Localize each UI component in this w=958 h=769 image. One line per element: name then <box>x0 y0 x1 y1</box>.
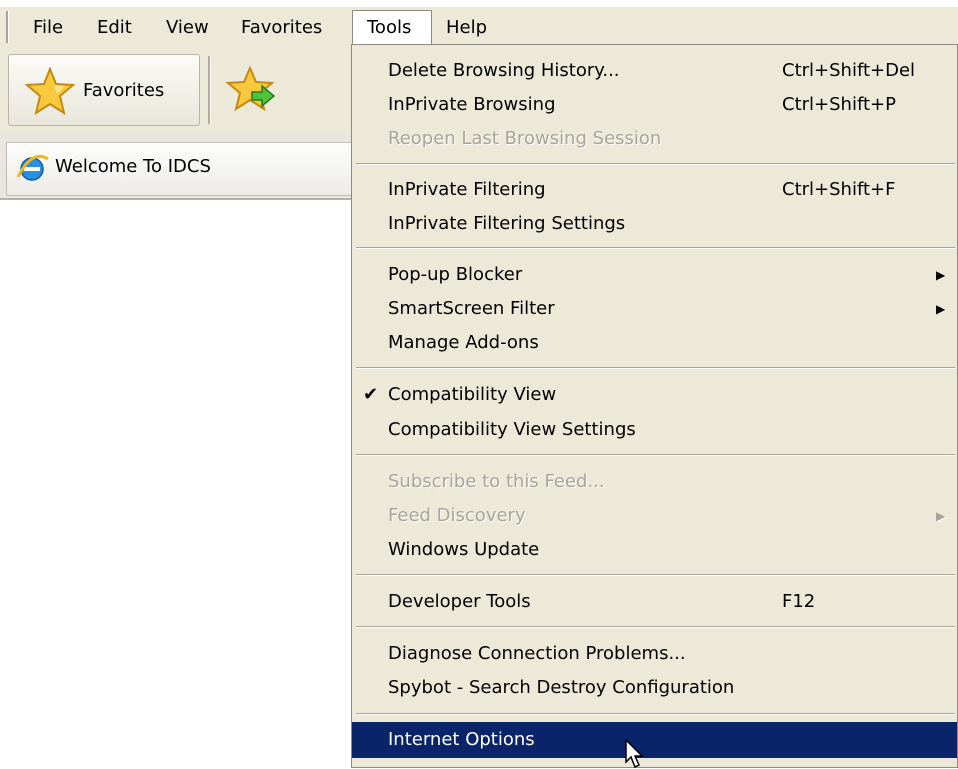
favorites-bar: Favorites <box>0 46 352 134</box>
menu-item-shortcut: Ctrl+Shift+P <box>782 94 896 115</box>
menu-item-compatibility-view[interactable]: ✔ Compatibility View <box>352 377 957 413</box>
submenu-arrow-icon: ▶ <box>936 509 946 523</box>
menu-favorites[interactable]: Favorites <box>241 11 322 45</box>
menu-item-label: Feed Discovery <box>388 505 526 526</box>
menu-item-shortcut: Ctrl+Shift+F <box>782 179 896 200</box>
menu-item-label: Internet Options <box>388 729 535 750</box>
menu-separator <box>356 454 955 456</box>
menu-item-popup-blocker[interactable]: Pop-up Blocker ▶ <box>352 257 957 293</box>
menu-item-label: Spybot - Search Destroy Configuration <box>388 677 735 698</box>
menu-item-inprivate-filtering-settings[interactable]: InPrivate Filtering Settings <box>352 206 957 242</box>
mouse-cursor-icon <box>625 739 644 769</box>
menu-bar-grip <box>6 11 9 43</box>
menu-item-reopen-last-session: Reopen Last Browsing Session <box>352 121 957 157</box>
add-to-favorites-bar-button[interactable] <box>224 62 280 118</box>
menu-separator <box>356 367 955 369</box>
menu-separator <box>356 713 955 715</box>
menu-item-label: InPrivate Browsing <box>388 94 556 115</box>
menu-item-manage-addons[interactable]: Manage Add-ons <box>352 325 957 361</box>
menu-item-label: Delete Browsing History... <box>388 60 620 81</box>
menu-item-label: Compatibility View <box>388 384 557 405</box>
tab-bar: Welcome To IDCS <box>0 134 352 200</box>
menu-item-label: InPrivate Filtering <box>388 179 546 200</box>
menu-item-compatibility-view-settings[interactable]: Compatibility View Settings <box>352 412 957 448</box>
menu-help[interactable]: Help <box>446 11 487 45</box>
favorites-button-label: Favorites <box>83 80 165 101</box>
menu-item-feed-discovery: Feed Discovery ▶ <box>352 498 957 534</box>
checkmark-icon: ✔ <box>363 384 379 405</box>
favorites-button[interactable]: Favorites <box>8 54 200 126</box>
menu-item-developer-tools[interactable]: Developer Tools F12 <box>352 584 957 620</box>
ie-icon <box>16 154 49 181</box>
menu-item-subscribe-feed: Subscribe to this Feed... <box>352 464 957 500</box>
menu-separator <box>356 163 955 165</box>
menu-item-label: Pop-up Blocker <box>388 264 523 285</box>
menu-edit[interactable]: Edit <box>97 11 132 45</box>
menu-item-label: Windows Update <box>388 539 540 560</box>
menu-item-label: Diagnose Connection Problems... <box>388 643 686 664</box>
menu-separator <box>356 247 955 249</box>
menu-item-label: SmartScreen Filter <box>388 298 555 319</box>
menu-item-internet-options[interactable]: Internet Options <box>352 722 957 758</box>
tab-welcome-to-idcs[interactable]: Welcome To IDCS <box>6 142 352 196</box>
menu-tools[interactable]: Tools <box>352 10 432 48</box>
menu-view[interactable]: View <box>166 11 209 45</box>
submenu-arrow-icon: ▶ <box>936 302 946 316</box>
submenu-arrow-icon: ▶ <box>936 268 946 282</box>
menu-separator <box>356 574 955 576</box>
favorites-bar-separator <box>208 56 211 124</box>
menu-separator <box>356 626 955 628</box>
menu-item-label: Reopen Last Browsing Session <box>388 128 662 149</box>
add-to-favorites-bar-icon <box>225 65 276 112</box>
menu-item-inprivate-filtering[interactable]: InPrivate Filtering Ctrl+Shift+F <box>352 172 957 208</box>
menu-file[interactable]: File <box>33 11 63 45</box>
menu-item-shortcut: Ctrl+Shift+Del <box>782 60 916 81</box>
menu-tools-label: Tools <box>367 17 412 38</box>
menu-item-label: InPrivate Filtering Settings <box>388 213 626 234</box>
menu-item-diagnose-connection[interactable]: Diagnose Connection Problems... <box>352 636 957 672</box>
menu-item-inprivate-browsing[interactable]: InPrivate Browsing Ctrl+Shift+P <box>352 87 957 123</box>
menu-item-label: Developer Tools <box>388 591 531 612</box>
tools-menu: Delete Browsing History... Ctrl+Shift+De… <box>351 44 958 768</box>
star-icon <box>25 67 75 115</box>
tab-label: Welcome To IDCS <box>55 156 211 177</box>
menu-item-spybot-configuration[interactable]: Spybot - Search Destroy Configuration <box>352 670 957 706</box>
menu-item-delete-browsing-history[interactable]: Delete Browsing History... Ctrl+Shift+De… <box>352 53 957 89</box>
menu-item-label: Subscribe to this Feed... <box>388 471 605 492</box>
menu-bar: File Edit View Favorites Tools Help <box>0 0 958 48</box>
menu-item-windows-update[interactable]: Windows Update <box>352 532 957 568</box>
menu-item-shortcut: F12 <box>782 591 816 612</box>
menu-item-label: Manage Add-ons <box>388 332 539 353</box>
menu-item-smartscreen-filter[interactable]: SmartScreen Filter ▶ <box>352 291 957 327</box>
menu-item-label: Compatibility View Settings <box>388 419 636 440</box>
